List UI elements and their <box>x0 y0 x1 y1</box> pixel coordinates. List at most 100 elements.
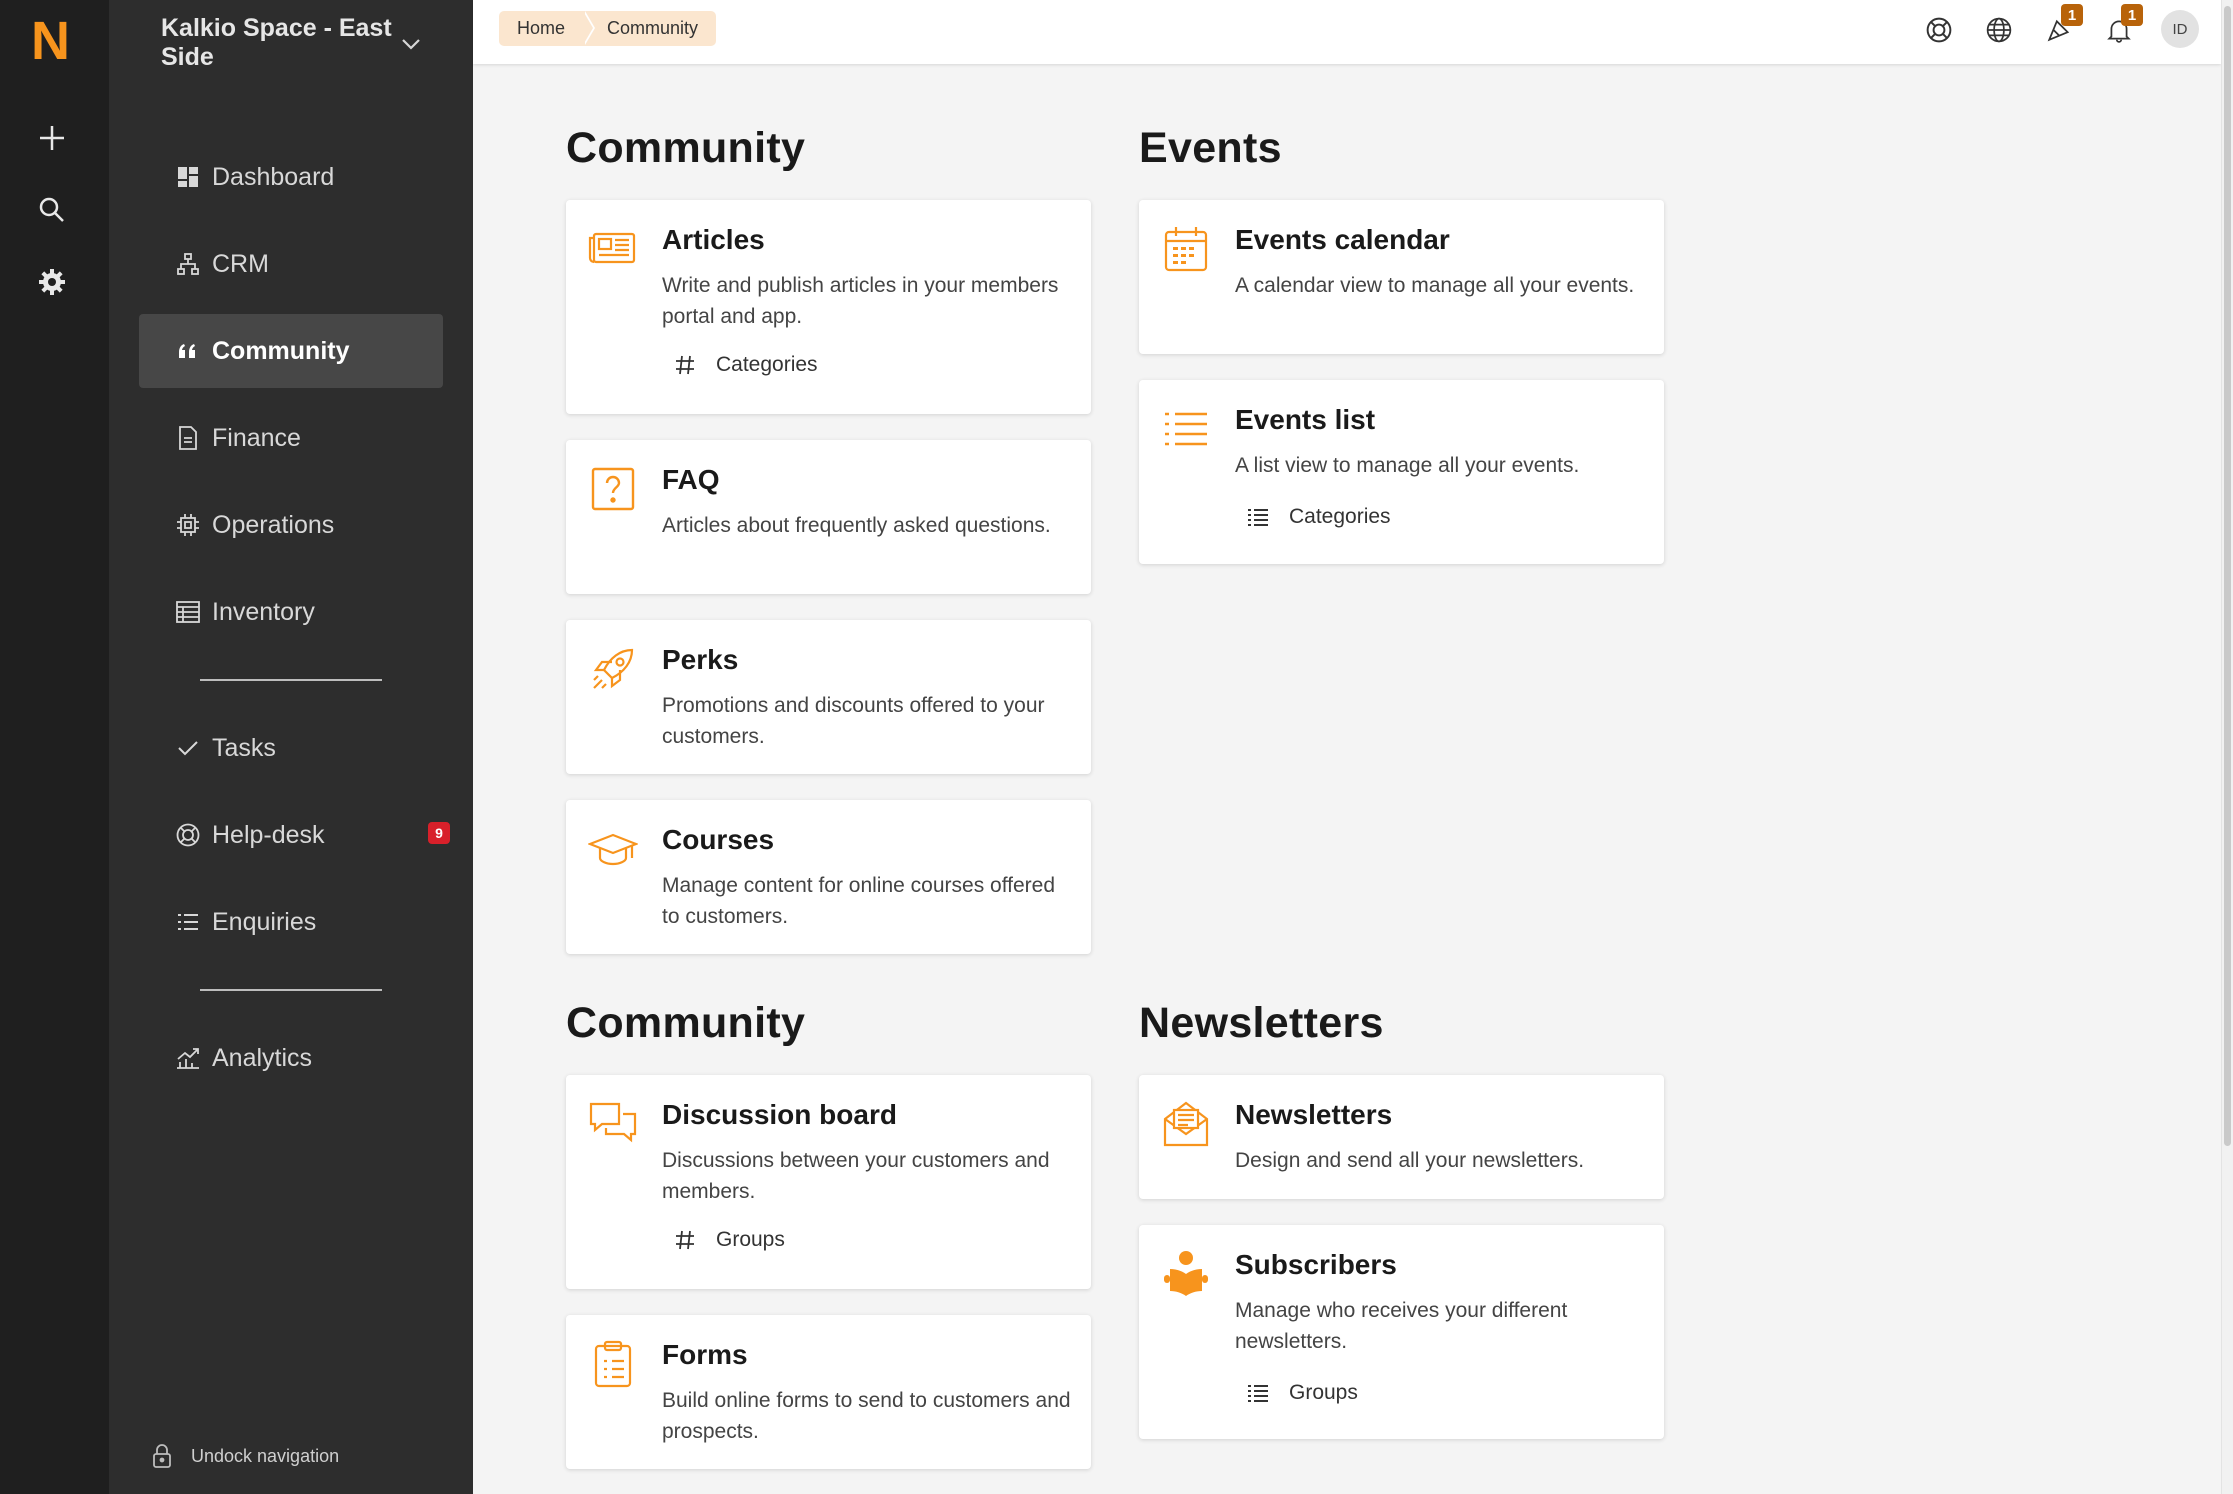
card-description: Promotions and discounts offered to your… <box>662 694 1045 748</box>
sidebar-item-crm[interactable]: CRM <box>139 227 443 301</box>
card-title: Events list <box>1235 404 1376 435</box>
sidebar-item-label: Operations <box>212 510 335 539</box>
card-title: Articles <box>662 224 765 255</box>
clipboard-icon <box>594 1340 632 1388</box>
sidebar-item-operations[interactable]: Operations <box>139 488 443 562</box>
sidebar-item-dashboard[interactable]: Dashboard <box>139 140 443 214</box>
undock-navigation[interactable]: Undock navigation <box>151 1444 339 1468</box>
app-rail: N <box>0 0 109 1494</box>
quote-icon <box>176 339 200 363</box>
sidebar-item-label: Finance <box>212 423 301 452</box>
globe-icon <box>1986 17 2012 43</box>
sidebar-item-community[interactable]: Community <box>139 314 443 388</box>
card-perks[interactable]: Perks Promotions and discounts offered t… <box>566 620 1091 774</box>
sidebar-item-finance[interactable]: Finance <box>139 401 443 475</box>
app-logo[interactable]: N <box>31 14 75 68</box>
chevron-down-icon[interactable] <box>397 30 425 58</box>
card-title: Subscribers <box>1235 1249 1397 1280</box>
envelope-icon <box>1163 1101 1209 1147</box>
sidebar-item-analytics[interactable]: Analytics <box>139 1021 443 1095</box>
table-icon <box>176 600 200 624</box>
card-description: Articles about frequently asked question… <box>662 514 1051 537</box>
breadcrumb-community[interactable]: Community <box>583 11 717 46</box>
chip-icon <box>176 513 200 537</box>
nav-divider <box>200 989 382 991</box>
settings-button[interactable] <box>30 260 74 304</box>
card-courses[interactable]: Courses Manage content for online course… <box>566 800 1091 954</box>
list-icon <box>1245 504 1271 530</box>
section-title-events: Events <box>1139 124 1282 172</box>
discussion-groups-link[interactable]: Groups <box>672 1227 785 1253</box>
reader-icon <box>1164 1251 1208 1296</box>
card-description: Discussions between your customers and m… <box>662 1149 1050 1203</box>
undock-label: Undock navigation <box>191 1445 340 1466</box>
lock-icon <box>151 1444 175 1468</box>
sidebar-item-label: Help-desk <box>212 820 325 849</box>
sidebar-item-label: Tasks <box>212 733 276 762</box>
top-bar: Home Community 1 1 ID <box>473 0 2221 64</box>
sidebar-item-enquiries[interactable]: Enquiries <box>139 885 443 959</box>
card-title: Newsletters <box>1235 1099 1393 1130</box>
document-icon <box>176 426 200 450</box>
breadcrumb: Home Community <box>499 11 717 46</box>
newspaper-icon <box>588 232 636 264</box>
notifications-badge: 1 <box>2121 4 2143 26</box>
card-description: Manage content for online courses offere… <box>662 874 1056 928</box>
scrollbar-thumb[interactable] <box>2224 6 2231 1146</box>
avatar[interactable]: ID <box>2161 10 2199 48</box>
sidebar-item-inventory[interactable]: Inventory <box>139 575 443 649</box>
card-articles[interactable]: Articles Write and publish articles in y… <box>566 200 1091 414</box>
org-chart-icon <box>176 252 200 276</box>
card-title: Discussion board <box>662 1099 897 1130</box>
sidebar-item-help-desk[interactable]: Help-desk 9 <box>139 798 450 872</box>
rocket-icon <box>593 648 634 689</box>
card-forms[interactable]: Forms Build online forms to send to cust… <box>566 1315 1091 1469</box>
hash-icon <box>672 352 698 378</box>
subscribers-groups-link[interactable]: Groups <box>1245 1380 1358 1406</box>
hash-icon <box>672 1227 698 1253</box>
card-events-list[interactable]: Events list A list view to manage all yo… <box>1139 380 1664 564</box>
notifications-button[interactable]: 1 <box>2101 4 2143 48</box>
language-button[interactable] <box>1981 12 2017 48</box>
card-title: FAQ <box>662 464 720 495</box>
card-newsletters[interactable]: Newsletters Design and send all your new… <box>1139 1075 1664 1199</box>
chart-icon <box>176 1046 200 1070</box>
card-title: Events calendar <box>1235 224 1450 255</box>
card-subscribers[interactable]: Subscribers Manage who receives your dif… <box>1139 1225 1664 1439</box>
sidebar-item-label: Inventory <box>212 597 315 626</box>
list-icon <box>1245 1380 1271 1406</box>
card-description: A list view to manage all your events. <box>1235 454 1580 477</box>
help-button[interactable] <box>1921 12 1957 48</box>
card-faq[interactable]: FAQ Articles about frequently asked ques… <box>566 440 1091 594</box>
chat-bubbles-icon <box>589 1102 637 1143</box>
sidebar-item-label: Analytics <box>212 1043 313 1072</box>
list-icon <box>1165 412 1207 446</box>
events-categories-link[interactable]: Categories <box>1245 504 1391 530</box>
section-title-newsletters: Newsletters <box>1139 999 1384 1047</box>
add-button[interactable] <box>30 116 74 160</box>
articles-categories-link[interactable]: Categories <box>672 352 818 378</box>
announcements-badge: 1 <box>2061 4 2083 26</box>
card-description: A calendar view to manage all your event… <box>1235 274 1635 297</box>
card-description: Write and publish articles in your membe… <box>662 274 1059 328</box>
card-description: Build online forms to send to customers … <box>662 1389 1071 1443</box>
sidebar-item-label: Community <box>212 336 350 365</box>
card-description: Design and send all your newsletters. <box>1235 1149 1585 1172</box>
check-icon <box>176 736 200 760</box>
section-title-community: Community <box>566 124 806 172</box>
card-title: Courses <box>662 824 775 855</box>
sidebar-item-tasks[interactable]: Tasks <box>139 711 443 785</box>
question-icon <box>591 467 635 511</box>
lifebuoy-icon <box>176 823 200 847</box>
nav-divider <box>200 679 382 681</box>
sidebar-item-label: Enquiries <box>212 907 317 936</box>
search-icon <box>39 197 64 222</box>
announcements-button[interactable]: 1 <box>2041 4 2083 48</box>
graduation-cap-icon <box>588 833 638 866</box>
search-button[interactable] <box>30 188 74 232</box>
plus-icon <box>40 126 64 150</box>
breadcrumb-home[interactable]: Home <box>499 11 596 46</box>
card-events-calendar[interactable]: Events calendar A calendar view to manag… <box>1139 200 1664 354</box>
workspace-name[interactable]: Kalkio Space - East Side <box>161 14 411 72</box>
card-discussion-board[interactable]: Discussion board Discussions between you… <box>566 1075 1091 1289</box>
